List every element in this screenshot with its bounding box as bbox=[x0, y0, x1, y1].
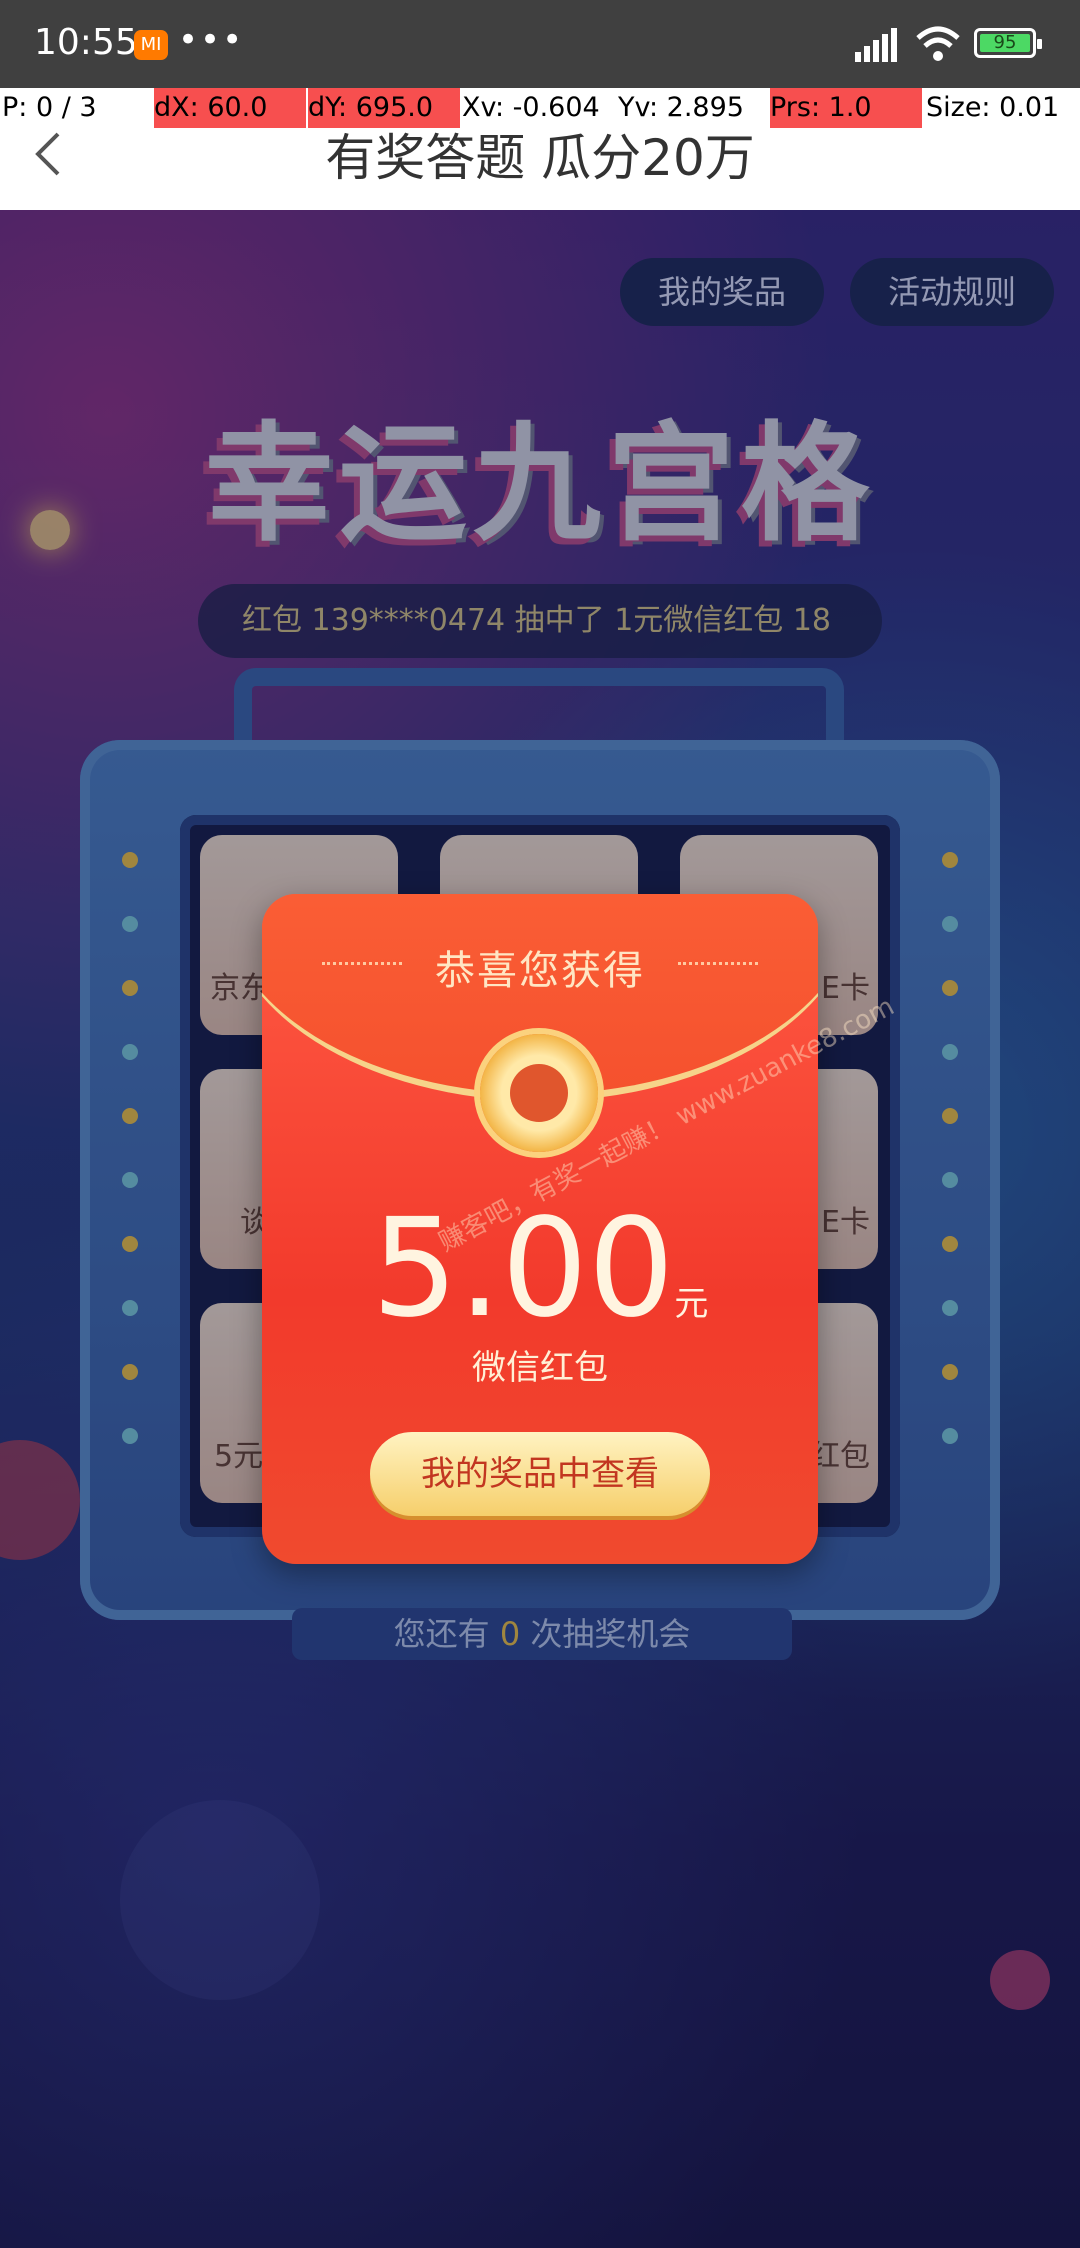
battery-level: 95 bbox=[980, 34, 1030, 52]
signal-icon bbox=[855, 28, 899, 62]
more-notifications-icon: ••• bbox=[178, 20, 245, 60]
clock: 10:55 bbox=[34, 22, 138, 63]
red-packet-modal: 恭喜您获得 5.00元 微信红包 我的奖品中查看 bbox=[262, 894, 818, 1564]
mi-notification-icon: MI bbox=[134, 30, 168, 60]
view-in-my-prizes-button[interactable]: 我的奖品中查看 bbox=[370, 1432, 710, 1516]
wifi-icon bbox=[916, 26, 960, 61]
page-title: 有奖答题 瓜分20万 bbox=[325, 129, 755, 187]
top-nav: 有奖答题 瓜分20万 bbox=[0, 128, 1080, 210]
status-bar: 10:55 MI ••• 95 bbox=[0, 0, 1080, 88]
packet-title: 恭喜您获得 bbox=[435, 948, 645, 994]
battery-icon: 95 bbox=[974, 28, 1042, 58]
coin-seal-icon bbox=[480, 1034, 598, 1152]
amount-unit: 元 bbox=[674, 1284, 709, 1324]
prize-type: 微信红包 bbox=[472, 1348, 608, 1388]
